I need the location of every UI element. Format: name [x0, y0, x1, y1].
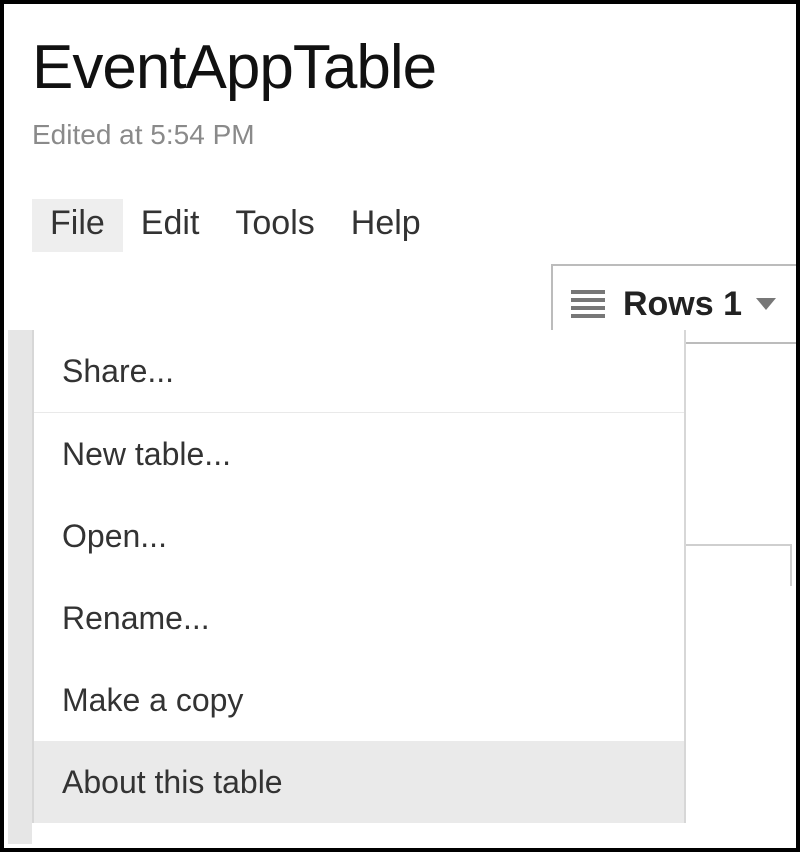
- file-menu-about-table[interactable]: About this table: [34, 741, 684, 823]
- file-menu-make-copy[interactable]: Make a copy: [34, 659, 684, 741]
- left-gutter: [8, 330, 32, 844]
- file-menu-new-table[interactable]: New table...: [34, 413, 684, 495]
- menu-edit[interactable]: Edit: [123, 199, 218, 252]
- file-menu-dropdown: Share... New table... Open... Rename... …: [32, 330, 686, 823]
- file-menu-rename[interactable]: Rename...: [34, 577, 684, 659]
- edited-status: Edited at 5:54 PM: [32, 119, 768, 151]
- chevron-down-icon: [756, 298, 776, 310]
- page-title: EventAppTable: [32, 32, 768, 103]
- rows-icon: [571, 286, 605, 322]
- right-border-fragment: [680, 544, 792, 586]
- menubar-row: File Edit Tools Help: [32, 199, 768, 252]
- app-window: EventAppTable Edited at 5:54 PM File Edi…: [0, 0, 800, 852]
- menu-tools[interactable]: Tools: [217, 199, 332, 252]
- menu-help[interactable]: Help: [333, 199, 439, 252]
- file-menu-share[interactable]: Share...: [34, 330, 684, 413]
- menubar: File Edit Tools Help: [32, 199, 439, 252]
- file-menu-open[interactable]: Open...: [34, 495, 684, 577]
- menu-file[interactable]: File: [32, 199, 123, 252]
- rows-label: Rows 1: [623, 285, 742, 324]
